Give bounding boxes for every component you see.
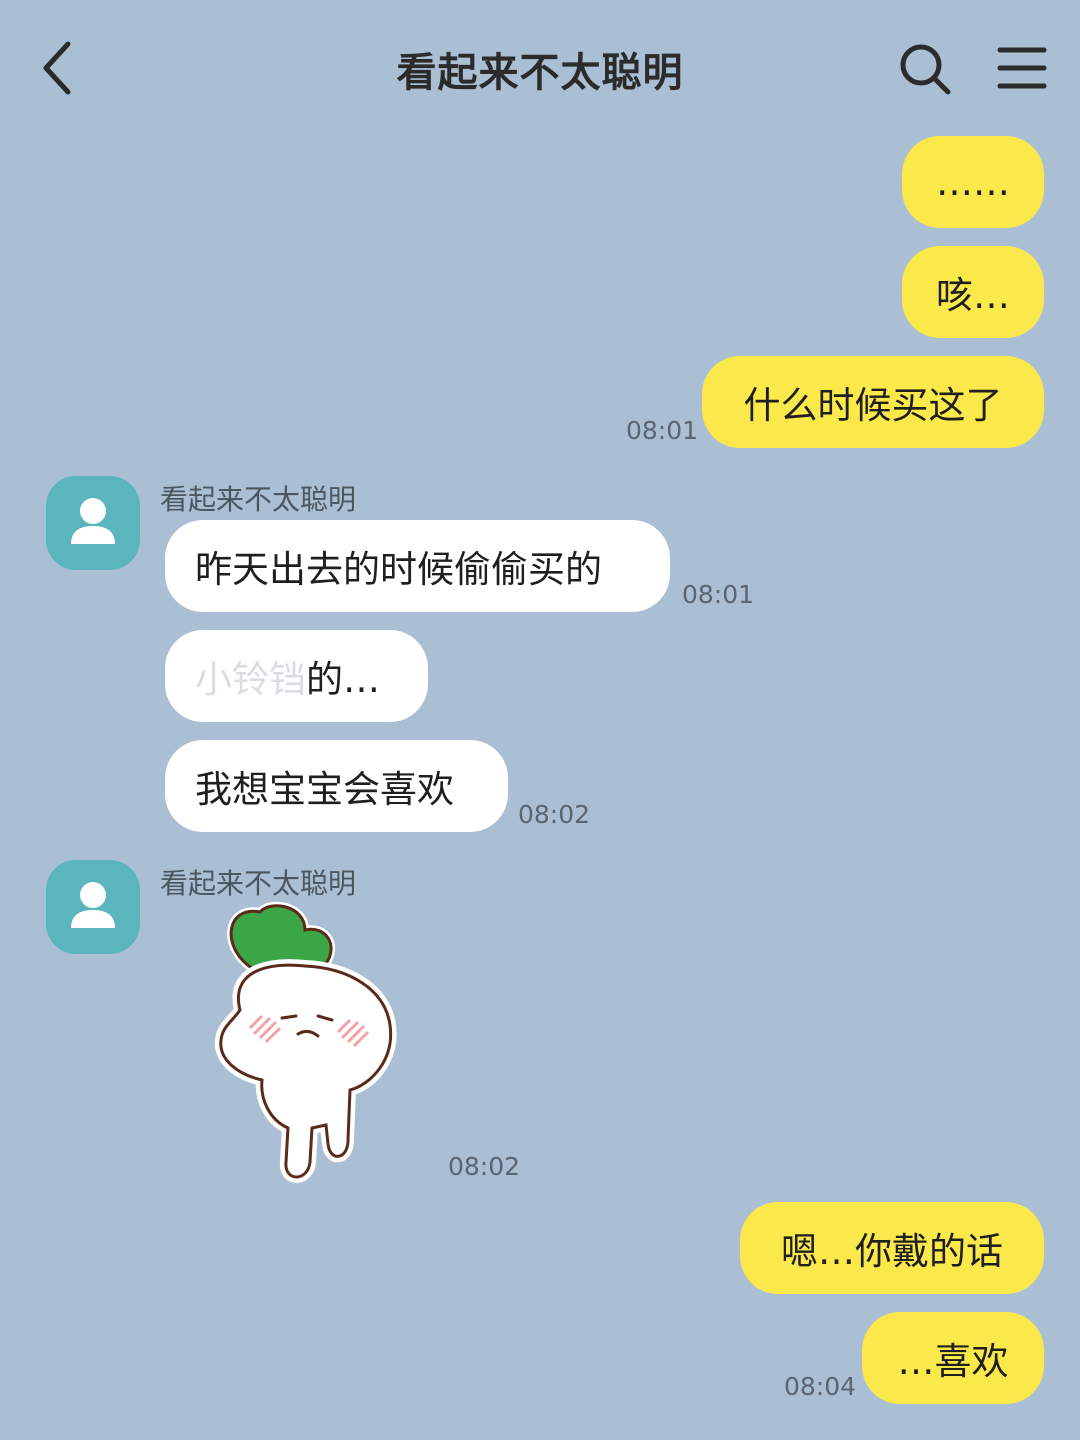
message-time: 08:01 — [682, 580, 755, 609]
message-bubble-theirs[interactable]: 昨天出去的时候偷偷买的 — [165, 520, 670, 612]
avatar[interactable] — [46, 860, 140, 954]
message-time: 08:01 — [626, 416, 699, 445]
menu-icon — [997, 47, 1047, 89]
message-text: 咳… — [936, 274, 1010, 317]
message-text: 的… — [306, 658, 380, 701]
message-bubble-mine[interactable]: …… — [902, 136, 1044, 228]
message-bubble-mine[interactable]: 什么时候买这了 — [702, 356, 1044, 448]
message-time: 08:02 — [448, 1152, 521, 1181]
menu-button[interactable] — [994, 42, 1050, 94]
message-bubble-theirs[interactable]: 我想宝宝会喜欢 — [165, 740, 508, 832]
message-time: 08:02 — [518, 800, 591, 829]
message-bubble-mine[interactable]: 嗯…你戴的话 — [740, 1202, 1044, 1294]
radish-sticker-icon — [214, 901, 397, 1183]
message-bubble-mine[interactable]: 咳… — [902, 246, 1044, 338]
chat-header: 看起来不太聪明 — [0, 0, 1080, 130]
message-text: …… — [936, 160, 1010, 204]
message-text-faded: 小铃铛 — [195, 658, 306, 701]
message-time: 08:04 — [784, 1372, 857, 1401]
message-text: 昨天出去的时候偷偷买的 — [195, 548, 602, 591]
avatar[interactable] — [46, 476, 140, 570]
person-icon — [71, 882, 115, 928]
message-bubble-mine[interactable]: …喜欢 — [862, 1312, 1044, 1404]
radish-sticker[interactable] — [200, 900, 420, 1190]
search-icon — [900, 44, 951, 95]
message-text: …喜欢 — [897, 1340, 1009, 1383]
sender-name: 看起来不太聪明 — [160, 483, 357, 516]
search-button[interactable] — [896, 40, 954, 98]
message-text: 嗯…你戴的话 — [781, 1230, 1003, 1273]
person-icon — [71, 498, 115, 544]
message-text: 什么时候买这了 — [743, 384, 1003, 427]
sender-name: 看起来不太聪明 — [160, 867, 357, 900]
message-text: 我想宝宝会喜欢 — [195, 768, 454, 811]
message-bubble-theirs[interactable]: 小铃铛 的… — [165, 630, 428, 722]
